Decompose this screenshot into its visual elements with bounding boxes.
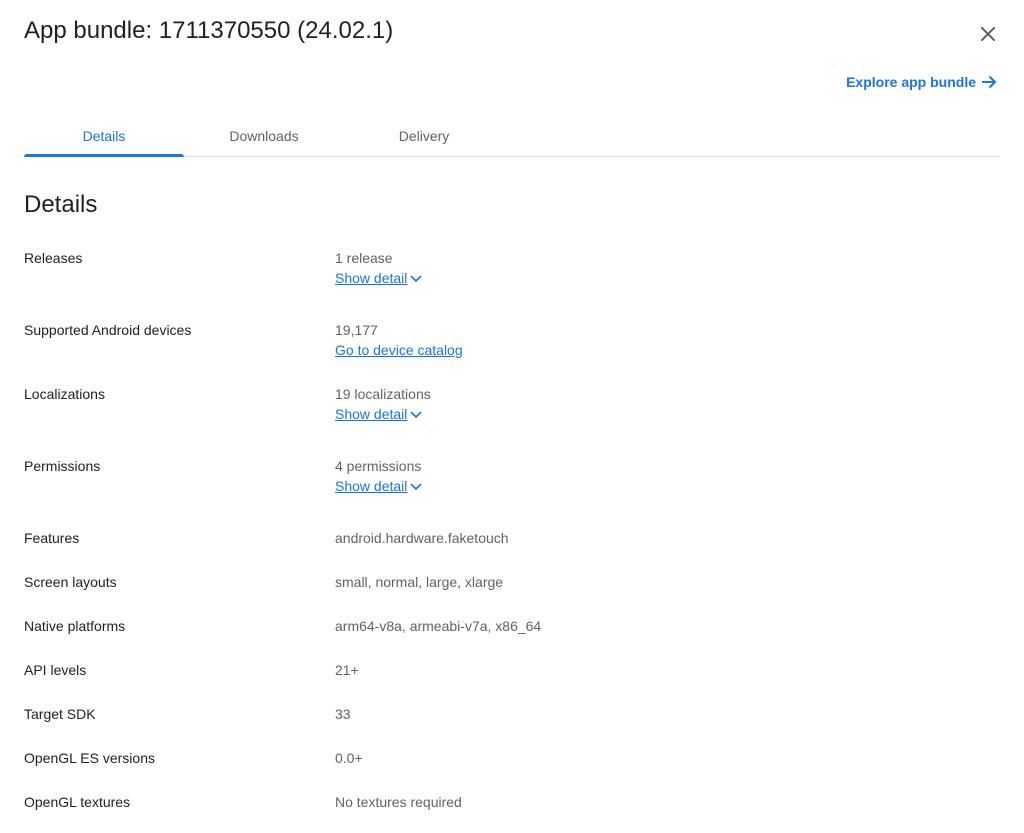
close-button[interactable]: [972, 18, 1004, 50]
chevron-down-icon: [410, 411, 422, 419]
detail-label: API levels: [24, 662, 87, 678]
localizations-show-detail-link[interactable]: Show detail: [335, 404, 423, 424]
detail-value: 33: [335, 706, 351, 722]
detail-value: 19 localizations: [335, 386, 431, 402]
arrow-right-icon: [982, 75, 997, 89]
detail-value: arm64-v8a, armeabi-v7a, x86_64: [335, 618, 542, 634]
tab-downloads[interactable]: Downloads: [184, 116, 344, 156]
detail-label: Screen layouts: [24, 574, 117, 590]
tab-details[interactable]: Details: [24, 116, 184, 157]
tab-label: Delivery: [398, 128, 450, 144]
detail-value: 19,177: [335, 322, 378, 338]
app-bundle-dialog: App bundle: 1711370550 (24.02.1) Explore…: [0, 0, 1024, 833]
detail-label: Native platforms: [24, 618, 126, 634]
detail-value: android.hardware.faketouch: [335, 530, 509, 546]
releases-show-detail-link[interactable]: Show detail: [335, 268, 423, 288]
detail-label: OpenGL textures: [24, 794, 131, 810]
detail-value: 1 release: [335, 250, 393, 266]
detail-value: 21+: [335, 662, 359, 678]
link-label: Show detail: [335, 478, 408, 494]
dialog-title: App bundle: 1711370550 (24.02.1): [24, 17, 394, 44]
link-label: Show detail: [335, 406, 408, 422]
detail-label: Target SDK: [24, 706, 96, 722]
detail-label: Permissions: [24, 458, 101, 474]
close-icon: [981, 27, 995, 41]
detail-label: Localizations: [24, 386, 105, 402]
device-catalog-link[interactable]: Go to device catalog: [335, 340, 463, 360]
detail-value: 4 permissions: [335, 458, 422, 474]
detail-value: 0.0+: [335, 750, 363, 766]
tab-label: Downloads: [229, 128, 299, 144]
chevron-down-icon: [410, 275, 422, 283]
section-title: Details: [24, 191, 98, 218]
detail-value: No textures required: [335, 794, 462, 810]
explore-app-bundle-link[interactable]: Explore app bundle: [846, 72, 998, 92]
link-label: Show detail: [335, 270, 408, 286]
detail-label: Releases: [24, 250, 83, 266]
chevron-down-icon: [410, 483, 422, 491]
tab-label: Details: [82, 128, 126, 144]
detail-label: Supported Android devices: [24, 322, 192, 338]
tab-delivery[interactable]: Delivery: [344, 116, 504, 156]
explore-app-bundle-label: Explore app bundle: [846, 74, 976, 90]
tab-bar: Details Downloads Delivery: [24, 116, 1000, 157]
permissions-show-detail-link[interactable]: Show detail: [335, 476, 423, 496]
detail-value: small, normal, large, xlarge: [335, 574, 504, 590]
detail-label: OpenGL ES versions: [24, 750, 155, 766]
detail-label: Features: [24, 530, 80, 546]
link-label: Go to device catalog: [335, 342, 463, 358]
